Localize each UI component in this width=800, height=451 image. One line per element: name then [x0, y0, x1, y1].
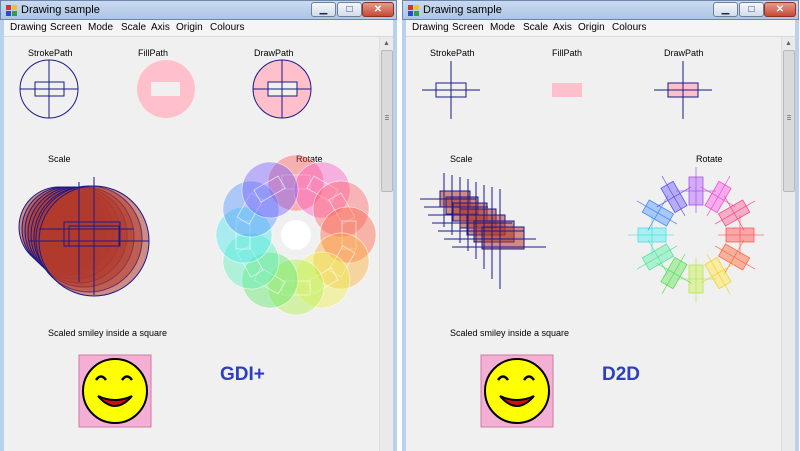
menu-colours[interactable]: Colours	[210, 22, 244, 33]
menu-mode[interactable]: Mode	[490, 22, 515, 33]
vertical-scrollbar[interactable]: ▲	[379, 37, 393, 451]
scroll-thumb[interactable]	[381, 50, 393, 192]
scroll-up-icon[interactable]: ▲	[782, 37, 795, 50]
scale-shape	[420, 173, 546, 289]
title-bar[interactable]: Drawing sample ▁ □ ✕	[0, 0, 397, 20]
app-icon	[408, 5, 419, 16]
close-icon[interactable]: ✕	[362, 2, 394, 17]
drawing-canvas: StrokePath FillPath DrawPath Scale Rotat…	[4, 37, 379, 451]
shapes-canvas	[18, 59, 377, 428]
menu-screen[interactable]: Screen	[50, 22, 82, 33]
title-bar[interactable]: Drawing sample ▁ □ ✕	[402, 0, 799, 20]
rotate-shape	[215, 154, 377, 316]
app-icon	[6, 5, 17, 16]
menu-bar: Drawing Screen Mode Scale Axis Origin Co…	[406, 20, 795, 37]
menu-drawing[interactable]: Drawing	[10, 22, 47, 33]
minimize-icon[interactable]: ▁	[311, 2, 336, 17]
drawing-canvas: StrokePath FillPath DrawPath Scale Rotat…	[406, 37, 781, 451]
menu-bar: Drawing Screen Mode Scale Axis Origin Co…	[4, 20, 393, 37]
drawpath-shape	[252, 59, 312, 119]
menu-axis[interactable]: Axis	[553, 22, 572, 33]
menu-drawing[interactable]: Drawing	[412, 22, 449, 33]
minimize-icon[interactable]: ▁	[713, 2, 738, 17]
menu-axis[interactable]: Axis	[151, 22, 170, 33]
window-title: Drawing sample	[21, 4, 100, 16]
close-icon[interactable]: ✕	[764, 2, 796, 17]
menu-mode[interactable]: Mode	[88, 22, 113, 33]
menu-scale[interactable]: Scale	[121, 22, 146, 33]
strokepath-shape	[422, 61, 480, 119]
menu-origin[interactable]: Origin	[176, 22, 203, 33]
right-window: Drawing sample ▁ □ ✕ Drawing Screen Mode…	[402, 0, 799, 451]
maximize-icon[interactable]: □	[337, 2, 362, 17]
menu-screen[interactable]: Screen	[452, 22, 484, 33]
scale-shape	[18, 177, 150, 297]
scroll-thumb[interactable]	[783, 50, 795, 192]
fillpath-shape	[552, 83, 582, 97]
menu-colours[interactable]: Colours	[612, 22, 646, 33]
maximize-icon[interactable]: □	[739, 2, 764, 17]
smiley-shape	[480, 354, 554, 428]
menu-origin[interactable]: Origin	[578, 22, 605, 33]
window-title: Drawing sample	[423, 4, 502, 16]
vertical-scrollbar[interactable]: ▲	[781, 37, 795, 451]
shapes-canvas	[420, 61, 764, 428]
smiley-shape	[78, 354, 152, 428]
rotate-shape	[628, 167, 764, 303]
menu-scale[interactable]: Scale	[523, 22, 548, 33]
scroll-up-icon[interactable]: ▲	[380, 37, 393, 50]
left-window: Drawing sample ▁ □ ✕ Drawing Screen Mode…	[0, 0, 397, 451]
strokepath-shape	[19, 59, 79, 119]
fillpath-shape	[137, 60, 195, 118]
drawpath-shape	[654, 61, 712, 119]
